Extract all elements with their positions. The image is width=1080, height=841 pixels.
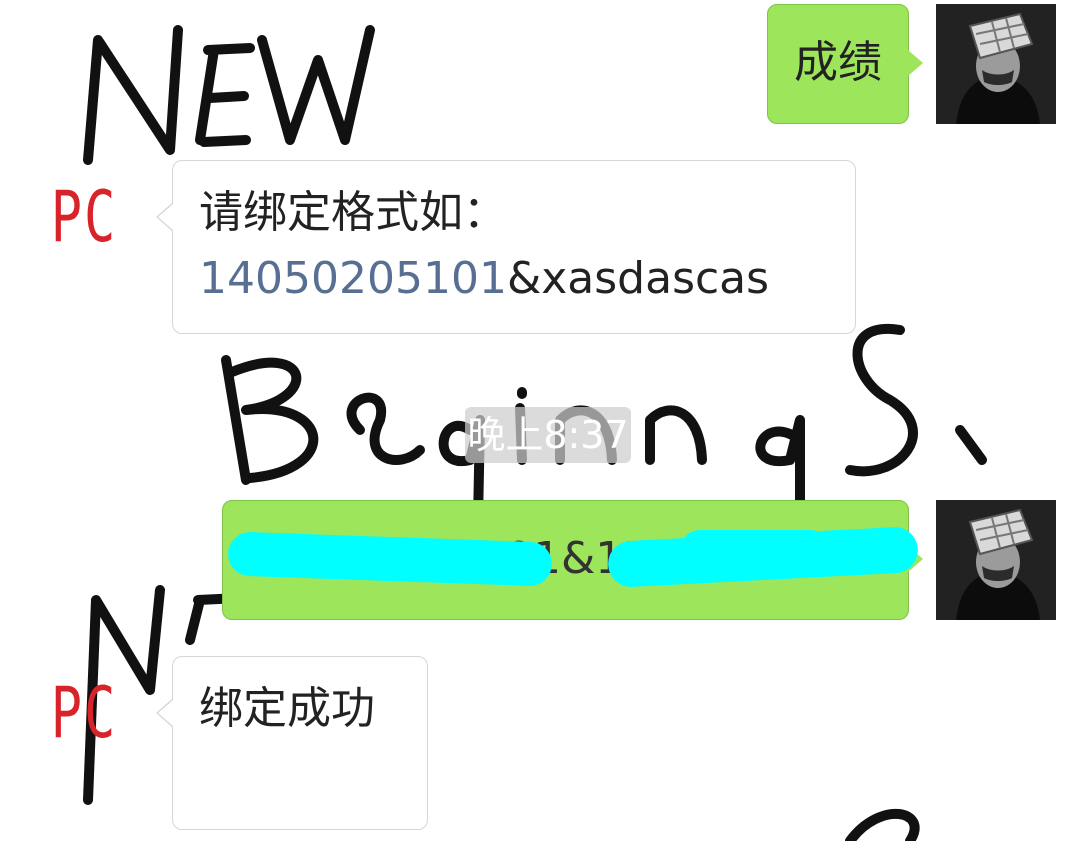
avatar-photo-icon bbox=[936, 500, 1056, 620]
message-bubble[interactable]: 绑定成功 bbox=[172, 656, 428, 830]
message-text-rest: &xasdascas bbox=[506, 253, 770, 304]
bubble-tail bbox=[908, 50, 923, 76]
bot-avatar[interactable]: PC bbox=[44, 164, 124, 272]
message-bubble[interactable]: 成绩 bbox=[767, 4, 909, 124]
avatar-photo-icon bbox=[936, 4, 1056, 124]
bot-name: PC bbox=[50, 177, 118, 259]
bot-avatar[interactable]: PC bbox=[44, 660, 124, 768]
timestamp-badge: 晚上8:37 bbox=[465, 407, 631, 463]
redaction-mark bbox=[680, 530, 830, 570]
message-text: 绑定成功 bbox=[199, 683, 375, 734]
message-text-line2: 14050205101&xasdascas bbox=[199, 251, 769, 307]
message-text-line1: 请绑定格式如： bbox=[199, 187, 507, 238]
message-text: 成绩 bbox=[794, 37, 882, 88]
phone-link[interactable]: 14050205101 bbox=[199, 253, 507, 304]
user-avatar[interactable] bbox=[936, 4, 1056, 124]
bubble-tail bbox=[156, 699, 173, 727]
user-avatar[interactable] bbox=[936, 500, 1056, 620]
bubble-tail bbox=[156, 203, 173, 231]
bot-name: PC bbox=[50, 673, 118, 755]
message-bubble[interactable]: 请绑定格式如： 14050205101&xasdascas bbox=[172, 160, 856, 334]
